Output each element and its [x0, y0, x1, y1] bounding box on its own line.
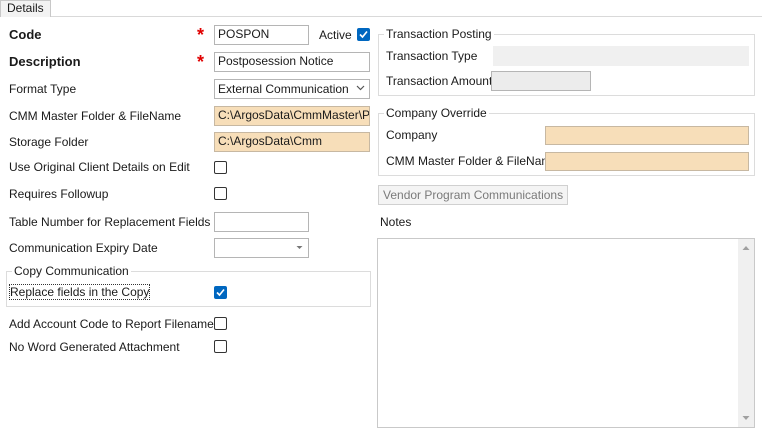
tab-strip: Details	[0, 0, 762, 17]
required-icon: *	[197, 25, 205, 45]
use-original-checkbox[interactable]	[214, 161, 227, 174]
table-number-input[interactable]	[214, 212, 309, 232]
copy-communication-title: Copy Communication	[12, 264, 131, 278]
vendor-program-communications-button[interactable]: Vendor Program Communications	[378, 185, 569, 205]
company-input[interactable]	[545, 126, 749, 145]
add-account-code-checkbox[interactable]	[214, 317, 227, 330]
requires-followup-checkbox[interactable]	[214, 187, 227, 200]
storage-folder-input[interactable]: C:\ArgosData\Cmm	[214, 132, 370, 152]
chevron-down-icon	[356, 81, 365, 100]
check-icon	[216, 288, 225, 297]
expiry-date-picker[interactable]	[214, 238, 309, 258]
override-cmm-input[interactable]	[545, 152, 749, 171]
transaction-amount-label: Transaction Amount	[386, 74, 493, 88]
transaction-type-label: Transaction Type	[386, 49, 478, 63]
notes-textarea[interactable]	[377, 238, 755, 428]
notes-scrollbar[interactable]	[738, 239, 754, 427]
scroll-down-icon[interactable]	[738, 411, 754, 425]
dropdown-arrow-icon	[295, 240, 304, 259]
use-original-label: Use Original Client Details on Edit	[9, 160, 190, 174]
override-cmm-label: CMM Master Folder & FileName	[386, 154, 559, 168]
notes-label: Notes	[380, 215, 412, 229]
tab-details[interactable]: Details	[0, 0, 51, 17]
description-input[interactable]: Postposession Notice	[214, 52, 370, 72]
format-type-label: Format Type	[9, 82, 77, 96]
requires-followup-label: Requires Followup	[9, 187, 109, 201]
replace-fields-label: Replace fields in the Copy	[8, 284, 151, 300]
scroll-up-icon[interactable]	[738, 241, 754, 255]
replace-fields-checkbox[interactable]	[214, 286, 227, 299]
transaction-type-input[interactable]	[493, 46, 749, 66]
table-number-label: Table Number for Replacement Fields	[9, 215, 211, 229]
storage-folder-label: Storage Folder	[9, 135, 89, 149]
company-label: Company	[386, 128, 438, 142]
expiry-date-label: Communication Expiry Date	[9, 241, 158, 255]
check-icon	[359, 30, 368, 39]
cmm-master-label: CMM Master Folder & FileName	[9, 109, 182, 123]
required-icon: *	[197, 52, 205, 72]
format-type-select[interactable]: External Communication	[214, 79, 370, 99]
no-word-checkbox[interactable]	[214, 340, 227, 353]
cmm-master-input[interactable]: C:\ArgosData\CmmMaster\Post	[214, 106, 370, 126]
code-input[interactable]: POSPON	[214, 25, 309, 45]
active-label: Active	[319, 28, 352, 42]
format-type-value: External Communication	[218, 82, 349, 96]
code-label: Code	[9, 27, 42, 42]
no-word-label: No Word Generated Attachment	[9, 340, 180, 354]
company-override-title: Company Override	[384, 106, 489, 120]
add-account-code-label: Add Account Code to Report Filenames	[9, 317, 220, 331]
active-checkbox[interactable]	[357, 28, 370, 41]
transaction-amount-input[interactable]	[491, 71, 591, 91]
description-label: Description	[9, 54, 81, 69]
transaction-posting-title: Transaction Posting	[384, 27, 494, 41]
